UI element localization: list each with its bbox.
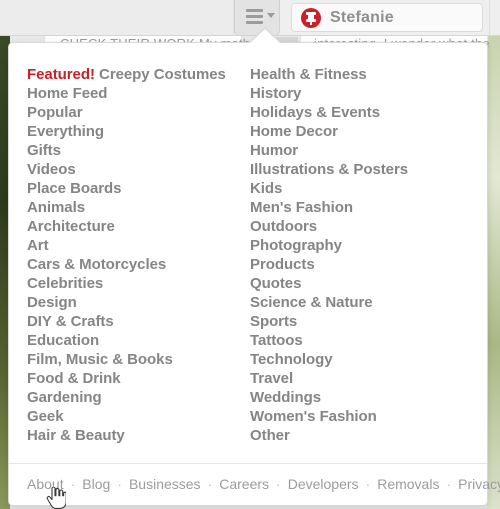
category-item[interactable]: Sports xyxy=(250,312,489,331)
category-item-featured[interactable]: Featured! Creepy Costumes xyxy=(27,65,245,84)
category-item[interactable]: Quotes xyxy=(250,274,489,293)
category-item[interactable]: Weddings xyxy=(250,388,489,407)
category-item[interactable]: Cars & Motorcycles xyxy=(27,255,245,274)
category-item[interactable]: Animals xyxy=(27,198,245,217)
category-item[interactable]: Holidays & Events xyxy=(250,103,489,122)
dropdown-notch xyxy=(250,29,280,43)
category-column-right: Health & Fitness History Holidays & Events… xyxy=(245,65,489,445)
category-item[interactable]: Food & Drink xyxy=(27,369,245,388)
category-list-right: Health & Fitness History Holidays & Events… xyxy=(250,65,489,445)
category-item[interactable]: Outdoors xyxy=(250,217,489,236)
category-item[interactable]: Architecture xyxy=(27,217,245,236)
category-item[interactable]: Film, Music & Books xyxy=(27,350,245,369)
footer-separator: · xyxy=(365,476,371,492)
footer-link[interactable]: Businesses xyxy=(129,476,201,492)
category-item[interactable]: Everything xyxy=(27,122,245,141)
category-item[interactable]: Design xyxy=(27,293,245,312)
category-item[interactable]: Geek xyxy=(27,407,245,426)
footer-separator: · xyxy=(207,476,213,492)
featured-flag-label: Featured! xyxy=(27,66,95,83)
footer-separator: · xyxy=(117,476,122,492)
category-item[interactable]: Kids xyxy=(250,179,489,198)
category-columns: Featured! Creepy Costumes Home Feed Popul… xyxy=(9,65,489,445)
footer-separator: · xyxy=(276,476,281,492)
hamburger-icon xyxy=(246,9,263,27)
footer-separator: · xyxy=(446,476,452,492)
category-item[interactable]: Humor xyxy=(250,141,489,160)
account-menu-button[interactable]: Stefanie xyxy=(291,3,483,32)
pinterest-pin-icon xyxy=(301,7,321,28)
category-item[interactable]: Videos xyxy=(27,160,245,179)
category-item[interactable]: Home Feed xyxy=(27,84,245,103)
category-item[interactable]: Photography xyxy=(250,236,489,255)
footer-link[interactable]: Developers xyxy=(288,476,359,492)
category-item[interactable]: Men's Fashion xyxy=(250,198,489,217)
category-item[interactable]: Travel xyxy=(250,369,489,388)
footer-separator: · xyxy=(70,476,76,492)
header-left-area xyxy=(0,0,234,35)
footer-links: About · Blog · Businesses · Careers · Developers… xyxy=(27,476,500,492)
category-list-left: Home Feed Popular Everything Gifts Videos Pla… xyxy=(27,84,245,445)
footer-link[interactable]: About xyxy=(27,476,64,492)
category-item[interactable]: Art xyxy=(27,236,245,255)
footer-link[interactable]: Careers xyxy=(219,476,269,492)
category-item[interactable]: History xyxy=(250,84,489,103)
category-item[interactable]: Products xyxy=(250,255,489,274)
category-item[interactable]: Health & Fitness xyxy=(250,65,489,84)
category-item[interactable]: Education xyxy=(27,331,245,350)
category-item[interactable]: DIY & Crafts xyxy=(27,312,245,331)
category-item[interactable]: Place Boards xyxy=(27,179,245,198)
category-column-left: Featured! Creepy Costumes Home Feed Popul… xyxy=(9,65,245,445)
footer-link[interactable]: Removals xyxy=(377,476,439,492)
category-item[interactable]: Gifts xyxy=(27,141,245,160)
category-item[interactable]: Tattoos xyxy=(250,331,489,350)
category-item[interactable]: Popular xyxy=(27,103,245,122)
featured-category-label: Creepy Costumes xyxy=(99,66,226,83)
footer-link[interactable]: Blog xyxy=(82,476,110,492)
category-item[interactable]: Home Decor xyxy=(250,122,489,141)
category-item[interactable]: Hair & Beauty xyxy=(27,426,245,445)
category-item[interactable]: Other xyxy=(250,426,489,445)
category-item[interactable]: Gardening xyxy=(27,388,245,407)
category-item[interactable]: Celebrities xyxy=(27,274,245,293)
chevron-down-icon xyxy=(267,13,275,18)
header-divider xyxy=(489,0,490,35)
category-dropdown-panel: Featured! Creepy Costumes Home Feed Popul… xyxy=(8,42,500,506)
category-item[interactable]: Science & Nature xyxy=(250,293,489,312)
account-name-label: Stefanie xyxy=(330,8,394,26)
footer-link[interactable]: Privacy & Terms xyxy=(458,476,500,492)
category-item[interactable]: Illustrations & Posters xyxy=(250,160,489,179)
category-item[interactable]: Technology xyxy=(250,350,489,369)
category-item[interactable]: Women's Fashion xyxy=(250,407,489,426)
dropdown-footer: About · Blog · Businesses · Careers · Developers… xyxy=(9,463,500,505)
